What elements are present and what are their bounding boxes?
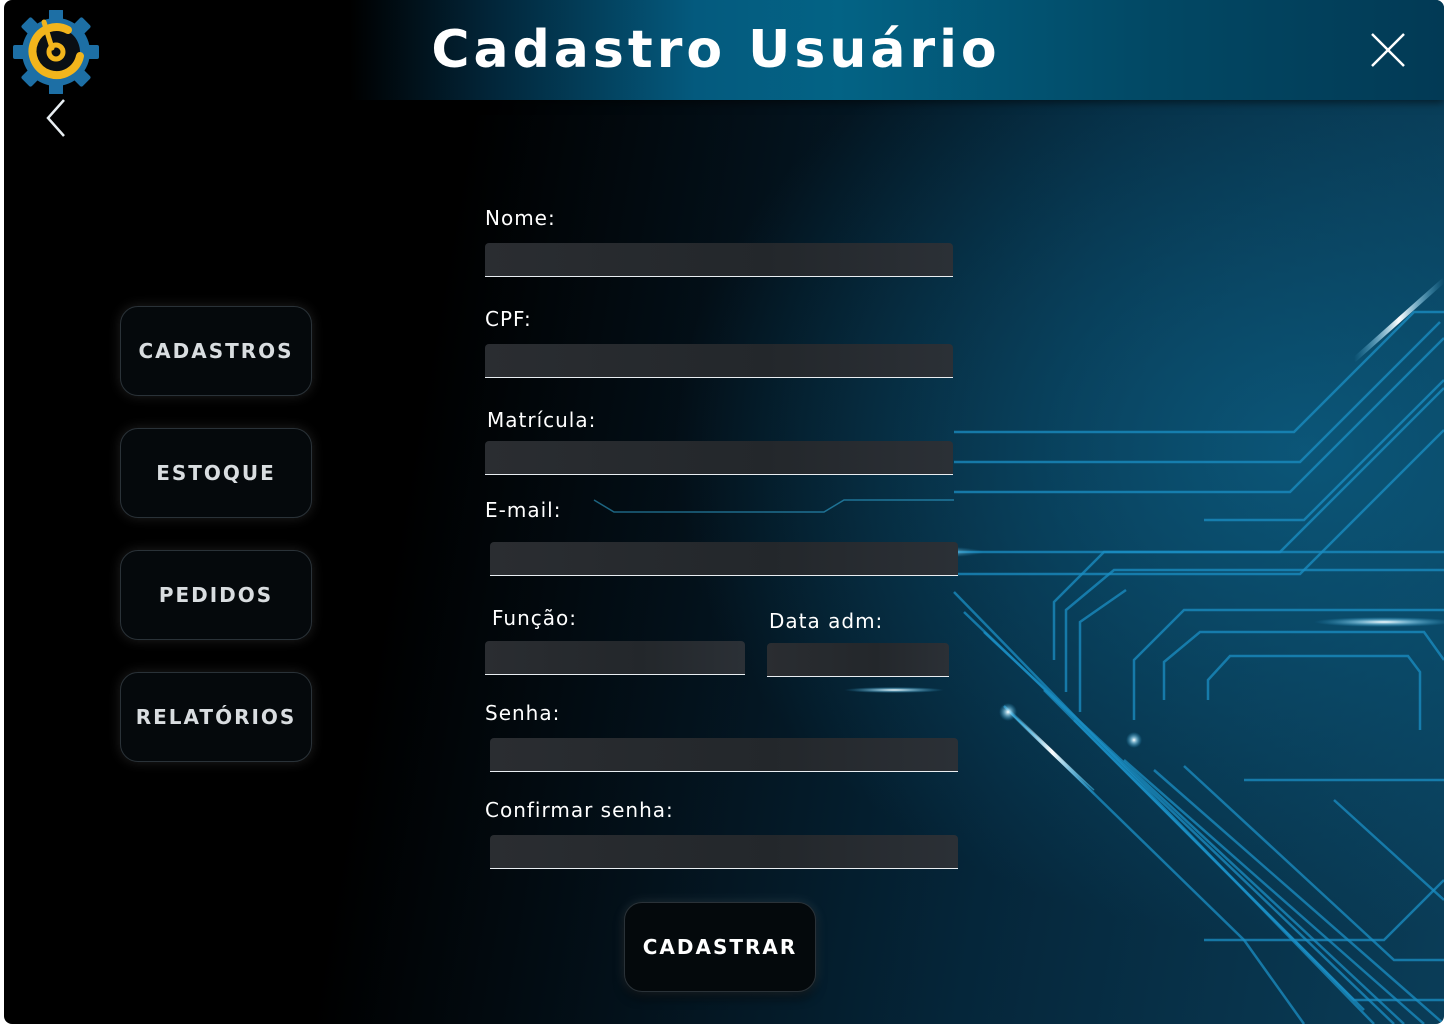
- header-bar: Cadastro Usuário: [4, 0, 1444, 100]
- email-field[interactable]: [490, 542, 958, 576]
- app-window: Cadastro Usuário CADASTROS ESTOQUE PEDID…: [4, 0, 1444, 1024]
- cpf-field[interactable]: [485, 344, 953, 378]
- senha-label: Senha:: [485, 701, 561, 725]
- sidebar-item-relatorios[interactable]: RELATÓRIOS: [120, 672, 312, 762]
- close-icon[interactable]: [1368, 30, 1408, 70]
- nome-label: Nome:: [485, 206, 556, 230]
- sidebar-item-pedidos[interactable]: PEDIDOS: [120, 550, 312, 640]
- data-adm-field[interactable]: [767, 643, 949, 677]
- matricula-label: Matrícula:: [487, 408, 597, 432]
- nome-field[interactable]: [485, 243, 953, 277]
- data-adm-label: Data adm:: [769, 609, 884, 633]
- funcao-label: Função:: [492, 606, 577, 630]
- cadastrar-button[interactable]: CADASTRAR: [624, 902, 816, 992]
- senha-field[interactable]: [490, 738, 958, 772]
- confirmar-senha-field[interactable]: [490, 835, 958, 869]
- sidebar-item-estoque[interactable]: ESTOQUE: [120, 428, 312, 518]
- sidebar-item-cadastros[interactable]: CADASTROS: [120, 306, 312, 396]
- matricula-field[interactable]: [485, 441, 953, 475]
- chevron-left-icon[interactable]: [42, 96, 72, 140]
- funcao-field[interactable]: [485, 641, 745, 675]
- gear-logo-icon: [13, 10, 99, 94]
- email-label: E-mail:: [485, 498, 562, 522]
- page-title: Cadastro Usuário: [431, 20, 1001, 80]
- confirmar-senha-label: Confirmar senha:: [485, 798, 674, 822]
- cpf-label: CPF:: [485, 307, 532, 331]
